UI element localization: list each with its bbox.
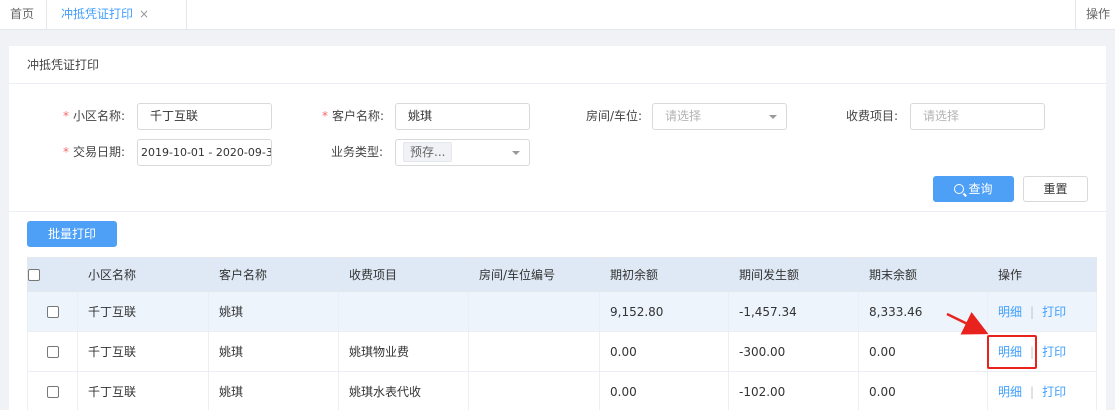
- column-header: 期末余额: [858, 257, 988, 292]
- label-colon: :: [380, 109, 385, 123]
- label-colon: :: [121, 109, 126, 123]
- tab-home-label: 首页: [10, 7, 35, 21]
- cell-fee-item: 姚琪水表代收: [338, 371, 469, 410]
- tab-voucher-print-label: 冲抵凭证打印: [61, 7, 134, 21]
- row-select-cell: [27, 371, 78, 410]
- cell-room: [468, 371, 600, 410]
- cell-period: -102.00: [728, 371, 859, 410]
- voucher-print-card: 冲抵凭证打印 * 小区名称: 千丁互联 * 客户名称: 姚琪 房间/车位: 请选择 …: [9, 46, 1106, 410]
- fee-item-label-text: 收费项目: [846, 109, 895, 123]
- column-header: 小区名称: [77, 257, 209, 292]
- column-header: 操作: [987, 257, 1097, 292]
- required-mark: *: [322, 109, 328, 123]
- label-colon: :: [121, 145, 126, 159]
- cell-actions: 明细 | 打印: [987, 291, 1097, 332]
- cell-fee-item: [338, 291, 469, 332]
- community-label-text: 小区名称: [73, 109, 122, 123]
- search-icon: [954, 184, 965, 194]
- search-button-label: 查询: [968, 182, 993, 196]
- row-select-cell: [27, 331, 78, 372]
- detail-link[interactable]: 明细: [998, 385, 1022, 399]
- row-select-cell: [27, 291, 78, 332]
- cell-period: -1,457.34: [728, 291, 859, 332]
- action-separator: |: [1030, 305, 1035, 319]
- action-separator: |: [1030, 385, 1035, 399]
- reset-button[interactable]: 重置: [1023, 176, 1088, 202]
- cell-room: [468, 331, 600, 372]
- table-row: 千丁互联 姚琪 9,152.80 -1,457.34 8,333.46 明细 | 打…: [27, 291, 1097, 332]
- divider: [9, 211, 1106, 212]
- detail-link[interactable]: 明细: [998, 305, 1022, 319]
- required-mark: *: [63, 145, 69, 159]
- cell-opening: 0.00: [599, 331, 729, 372]
- cell-opening: 0.00: [599, 371, 729, 410]
- search-button[interactable]: 查询: [933, 176, 1014, 202]
- caret-down-icon: [512, 151, 520, 155]
- room-label-text: 房间/车位: [586, 109, 639, 123]
- tab-home[interactable]: 首页: [0, 0, 47, 30]
- print-link[interactable]: 打印: [1042, 305, 1066, 319]
- label-colon: :: [379, 145, 384, 159]
- trade-date-label: * 交易日期:: [63, 143, 125, 160]
- table-row: 千丁互联 姚琪 姚琪水表代收 0.00 -102.00 0.00 明细 | 打印: [27, 371, 1097, 410]
- cell-closing: 0.00: [858, 331, 988, 372]
- row-checkbox[interactable]: [46, 346, 59, 358]
- column-header: 期间发生额: [728, 257, 859, 292]
- cell-closing: 0.00: [858, 371, 988, 410]
- customer-input[interactable]: 姚琪: [395, 103, 530, 130]
- close-icon[interactable]: ×: [139, 0, 149, 28]
- row-checkbox[interactable]: [46, 306, 59, 318]
- page-title: 冲抵凭证打印: [9, 46, 1106, 84]
- cell-community: 千丁互联: [77, 371, 209, 410]
- print-link[interactable]: 打印: [1042, 385, 1066, 399]
- cell-customer: 姚琪: [208, 291, 339, 332]
- cell-actions: 明细 | 打印: [987, 371, 1097, 410]
- caret-down-icon: [769, 115, 777, 119]
- customer-label: * 客户名称:: [322, 107, 384, 124]
- table-row: 千丁互联 姚琪 姚琪物业费 0.00 -300.00 0.00 明细 | 打印: [27, 331, 1097, 372]
- tab-voucher-print[interactable]: 冲抵凭证打印 ×: [47, 0, 187, 30]
- cell-community: 千丁互联: [77, 331, 209, 372]
- label-colon: :: [638, 109, 643, 123]
- select-all-checkbox[interactable]: [28, 269, 40, 281]
- room-label: 房间/车位:: [586, 107, 642, 124]
- cell-room: [468, 291, 600, 332]
- community-input[interactable]: 千丁互联: [137, 103, 272, 130]
- cell-customer: 姚琪: [208, 331, 339, 372]
- column-header: 期初余额: [599, 257, 729, 292]
- cell-customer: 姚琪: [208, 371, 339, 410]
- customer-label-text: 客户名称: [332, 109, 381, 123]
- room-select-placeholder: 请选择: [665, 109, 702, 123]
- tab-operations-label: 操作: [1086, 7, 1111, 21]
- cell-period: -300.00: [728, 331, 859, 372]
- column-header: 客户名称: [208, 257, 339, 292]
- cell-community: 千丁互联: [77, 291, 209, 332]
- print-link[interactable]: 打印: [1042, 345, 1066, 359]
- batch-print-button[interactable]: 批量打印: [27, 221, 117, 247]
- room-select[interactable]: 请选择: [652, 103, 787, 130]
- column-header: 收费项目: [338, 257, 469, 292]
- column-header: 房间/车位编号: [468, 257, 600, 292]
- biz-type-label: 业务类型:: [331, 143, 383, 160]
- trade-date-range-input[interactable]: 2019-10-01 - 2020-09-30: [137, 139, 272, 166]
- select-all-cell: [27, 257, 78, 292]
- fee-item-label: 收费项目:: [846, 107, 898, 124]
- annotation-highlight-box: [987, 335, 1037, 369]
- voucher-table: 小区名称 客户名称 收费项目 房间/车位编号 期初余额 期间发生额 期末余额 操…: [27, 257, 1097, 410]
- label-colon: :: [894, 109, 899, 123]
- cell-closing: 8,333.46: [858, 291, 988, 332]
- fee-item-select[interactable]: 请选择: [910, 103, 1045, 130]
- trade-date-label-text: 交易日期: [73, 145, 122, 159]
- tab-operations[interactable]: 操作: [1075, 0, 1115, 30]
- biz-type-select[interactable]: 预存...: [395, 139, 530, 166]
- community-label: * 小区名称:: [63, 107, 125, 124]
- cell-opening: 9,152.80: [599, 291, 729, 332]
- tab-bar: 首页 冲抵凭证打印 × 操作: [0, 0, 1115, 30]
- biz-type-label-text: 业务类型: [331, 145, 380, 159]
- biz-type-tag: 预存...: [403, 142, 453, 162]
- row-checkbox[interactable]: [46, 386, 59, 398]
- cell-fee-item: 姚琪物业费: [338, 331, 469, 372]
- required-mark: *: [63, 109, 69, 123]
- table-header-row: 小区名称 客户名称 收费项目 房间/车位编号 期初余额 期间发生额 期末余额 操…: [27, 257, 1097, 292]
